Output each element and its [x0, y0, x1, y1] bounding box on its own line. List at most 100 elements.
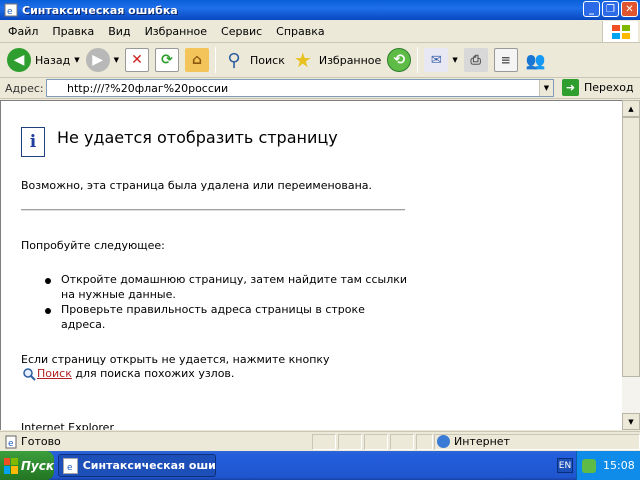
bullet-icon	[45, 278, 51, 284]
footer-text: Internet Explorer	[21, 421, 114, 430]
system-tray: 15:08	[576, 451, 640, 480]
forward-button[interactable]: ▶ ▼	[83, 45, 122, 75]
address-bar: Адрес: http:///?%20флаг%20россии ▼ ➜ Пер…	[0, 78, 640, 99]
close-button[interactable]: ✕	[621, 1, 638, 17]
menu-bar: Файл Правка Вид Избранное Сервис Справка	[0, 20, 640, 43]
status-bar: e Готово Интернет	[0, 431, 640, 451]
zone-text: Интернет	[454, 435, 510, 448]
window-title: Синтаксическая ошибка	[22, 3, 178, 17]
network-icon[interactable]	[582, 458, 596, 473]
menu-favorites[interactable]: Избранное	[138, 25, 214, 38]
messenger-button[interactable]: 👥	[521, 45, 551, 75]
taskbar: Пуск e Синтаксическая оши... EN 15:08	[0, 451, 640, 480]
home-icon: ⌂	[185, 48, 209, 72]
svg-text:e: e	[67, 463, 73, 473]
back-label: Назад	[35, 53, 71, 67]
edit-button[interactable]: ≡	[491, 45, 521, 75]
removed-text: Возможно, эта страница была удалена или …	[21, 179, 373, 192]
toolbar: ◀ Назад ▼ ▶ ▼ ✕ ⟳ ⌂ ⚲ Поиск ★ Избранное …	[0, 43, 640, 78]
status-pane	[364, 434, 388, 450]
vertical-scrollbar[interactable]: ▲ ▼	[622, 100, 640, 430]
clock[interactable]: 15:08	[603, 459, 635, 472]
favorites-label: Избранное	[318, 53, 382, 67]
menu-tools[interactable]: Сервис	[214, 25, 269, 38]
menu-edit[interactable]: Правка	[45, 25, 101, 38]
info-icon: i	[21, 127, 45, 157]
ie-document-icon: e	[4, 3, 18, 17]
go-button[interactable]: ➜ Переход	[562, 79, 634, 96]
bullet1-line2: на нужные данные.	[61, 288, 176, 301]
address-value[interactable]: http:///?%20флаг%20россии	[67, 82, 228, 95]
taskbar-item-ie[interactable]: e Синтаксическая оши...	[58, 454, 216, 477]
address-dropdown-icon[interactable]: ▼	[539, 80, 553, 96]
status-pane	[338, 434, 362, 450]
start-button[interactable]: Пуск	[0, 451, 54, 480]
search-suffix: для поиска похожих узлов.	[71, 367, 235, 380]
mail-button[interactable]: ✉ ▼	[421, 45, 460, 75]
back-dropdown-icon[interactable]: ▼	[74, 56, 79, 64]
refresh-icon: ⟳	[155, 48, 179, 72]
bullet-icon	[45, 308, 51, 314]
edit-page-icon: ≡	[493, 48, 518, 72]
stop-button[interactable]: ✕	[122, 45, 152, 75]
magnifier-icon: ⚲	[227, 49, 241, 71]
try-heading: Попробуйте следующее:	[21, 239, 165, 252]
scroll-thumb[interactable]	[622, 117, 640, 377]
page-title: Не удается отобразить страницу	[57, 128, 338, 147]
search-line: Поиск для поиска похожих узлов.	[37, 366, 234, 381]
internet-globe-icon	[437, 435, 450, 448]
back-button[interactable]: ◀ Назад ▼	[4, 45, 83, 75]
status-pane	[416, 434, 433, 450]
page-content: i Не удается отобразить страницу Возможн…	[0, 100, 622, 430]
scroll-up-button[interactable]: ▲	[622, 100, 640, 117]
scroll-down-button[interactable]: ▼	[622, 413, 640, 430]
forward-arrow-icon: ▶	[85, 48, 110, 72]
history-icon: ⟲	[387, 48, 412, 72]
toolbar-separator	[215, 47, 216, 73]
svg-text:e: e	[8, 439, 14, 449]
refresh-button[interactable]: ⟳	[152, 45, 182, 75]
search-icon	[22, 367, 36, 381]
bullet2-line1: Проверьте правильность адреса страницы в…	[61, 303, 365, 316]
printer-icon: ⎙	[463, 48, 488, 72]
star-icon: ★	[293, 48, 312, 72]
forward-dropdown-icon[interactable]: ▼	[114, 56, 119, 64]
print-button[interactable]: ⎙	[461, 45, 491, 75]
divider	[21, 209, 405, 211]
menu-view[interactable]: Вид	[101, 25, 137, 38]
search-label: Поиск	[250, 53, 285, 67]
toolbar-separator	[417, 47, 419, 73]
title-bar: e Синтаксическая ошибка _ ❐ ✕	[0, 0, 640, 20]
page-icon: e	[4, 435, 18, 449]
svg-text:e: e	[7, 7, 13, 17]
windows-logo-icon	[602, 21, 638, 42]
history-button[interactable]: ⟲	[384, 45, 414, 75]
menu-file[interactable]: Файл	[0, 25, 45, 38]
taskbar-item-label: Синтаксическая оши...	[82, 459, 215, 472]
bullet2-line2: адреса.	[61, 318, 106, 331]
start-label: Пуск	[20, 458, 54, 473]
mail-icon: ✉	[424, 48, 449, 72]
address-label: Адрес:	[5, 81, 44, 95]
favorites-button[interactable]: ★ Избранное	[288, 45, 384, 75]
home-button[interactable]: ⌂	[182, 45, 212, 75]
maximize-button[interactable]: ❐	[602, 1, 619, 17]
go-label: Переход	[584, 81, 634, 94]
status-text: Готово	[21, 435, 61, 448]
minimize-button[interactable]: _	[583, 1, 600, 17]
bullet1-line1: Откройте домашнюю страницу, затем найдит…	[61, 273, 408, 286]
messenger-icon: 👥	[525, 50, 546, 70]
language-indicator[interactable]: EN	[557, 458, 573, 473]
mail-dropdown-icon[interactable]: ▼	[452, 56, 457, 64]
back-arrow-icon: ◀	[7, 48, 31, 72]
windows-flag-icon	[4, 457, 18, 474]
menu-help[interactable]: Справка	[269, 25, 331, 38]
status-pane	[312, 434, 336, 450]
status-pane	[390, 434, 414, 450]
search-button[interactable]: ⚲ Поиск	[219, 45, 288, 75]
stop-icon: ✕	[125, 48, 149, 72]
address-input[interactable]: http:///?%20флаг%20россии ▼	[46, 79, 554, 97]
ie-document-icon: e	[63, 457, 78, 474]
go-arrow-icon: ➜	[562, 79, 579, 96]
search-link[interactable]: Поиск	[37, 367, 72, 380]
